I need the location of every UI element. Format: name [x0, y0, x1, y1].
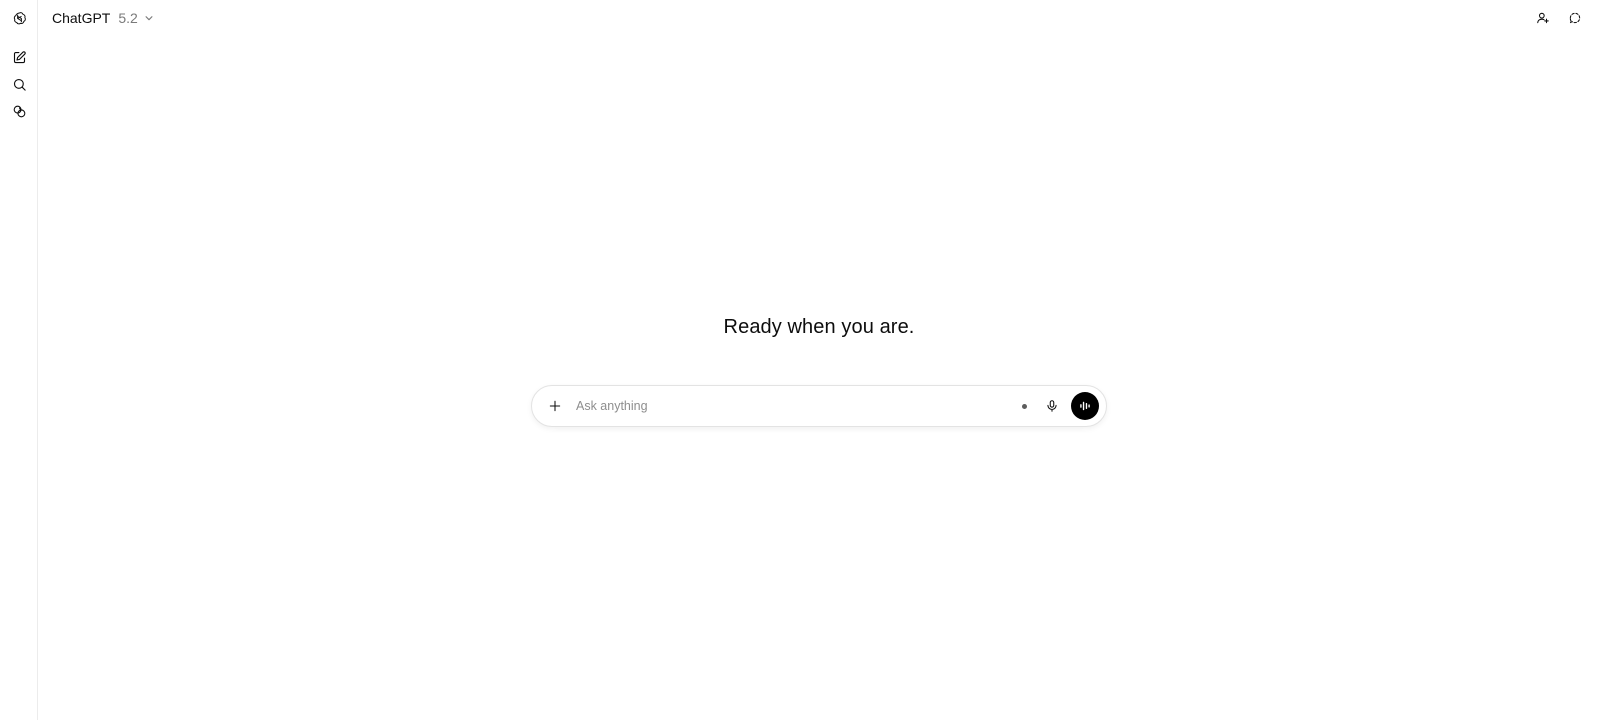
microphone-icon: [1047, 400, 1057, 412]
chat-app: ChatGPT 5.2 Ready when you are.: [0, 0, 1600, 720]
voice-mode-icon: [1080, 401, 1090, 411]
prompt-input[interactable]: [574, 390, 1022, 422]
new-chat-button[interactable]: [7, 45, 31, 69]
openai-logo-button[interactable]: [7, 6, 31, 30]
temporary-chat-icon: [1569, 12, 1581, 24]
openai-logo-icon: [13, 11, 26, 24]
images-icon: [13, 105, 25, 117]
plus-icon: [549, 400, 561, 412]
sidebar-rail: [0, 0, 38, 720]
status-dot: [1022, 403, 1027, 409]
greeting-heading: Ready when you are.: [723, 316, 915, 338]
model-selector[interactable]: ChatGPT 5.2: [46, 6, 160, 30]
dictate-button[interactable]: [1041, 395, 1063, 417]
model-version: 5.2: [118, 10, 138, 26]
header-actions: [1532, 7, 1586, 29]
search-icon: [13, 78, 26, 91]
prompt-composer: [531, 385, 1107, 427]
add-people-button[interactable]: [1532, 7, 1554, 29]
temporary-chat-button[interactable]: [1564, 7, 1586, 29]
model-name: ChatGPT: [52, 10, 111, 26]
new-chat-icon: [13, 50, 26, 63]
add-attachment-button[interactable]: [542, 393, 568, 419]
chevron-down-icon: [145, 16, 153, 21]
add-people-icon: [1537, 12, 1549, 24]
images-button[interactable]: [7, 99, 31, 123]
voice-mode-button[interactable]: [1071, 392, 1099, 420]
greeting-container: Ready when you are.: [0, 316, 1600, 339]
search-chats-button[interactable]: [7, 72, 31, 96]
